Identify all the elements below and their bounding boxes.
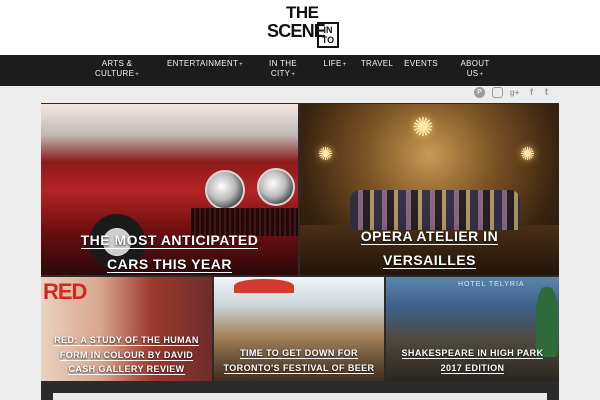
- hotel-sign-text: HOTEL TELYRIA: [458, 281, 525, 288]
- nav-label-life: LIFE: [323, 59, 342, 68]
- feature-tile-beer[interactable]: TIME TO GET DOWN FOR TORONTO'S FESTIVAL …: [214, 277, 384, 381]
- chandelier-image: ✺: [520, 144, 536, 164]
- nav-label-in-the: IN THE: [269, 59, 297, 68]
- logo-into-box: IN TO: [317, 22, 339, 48]
- twitter-icon[interactable]: t: [541, 87, 552, 98]
- feature-title-red-line1: RED: A STUDY OF THE HUMAN: [54, 335, 199, 346]
- nav-label-about: ABOUT: [460, 59, 490, 68]
- feature-title-beer-line1: TIME TO GET DOWN FOR: [240, 348, 358, 359]
- feature-tile-cars[interactable]: THE MOST ANTICIPATED CARS THIS YEAR: [41, 104, 298, 275]
- feature-title-opera-line1: OPERA ATELIER IN: [360, 228, 499, 245]
- dropdown-plus-icon: +: [239, 62, 243, 68]
- feature-title-red[interactable]: RED: A STUDY OF THE HUMAN FORM IN COLOUR…: [41, 334, 212, 376]
- feature-title-beer[interactable]: TIME TO GET DOWN FOR TORONTO'S FESTIVAL …: [214, 347, 384, 374]
- feature-title-beer-line2: TORONTO'S FESTIVAL OF BEER: [223, 362, 375, 374]
- dropdown-plus-icon: +: [135, 72, 140, 78]
- chandelier-image: ✺: [318, 144, 334, 164]
- nav-label-arts: ARTS &: [101, 59, 133, 68]
- dropdown-plus-icon: +: [291, 72, 296, 78]
- content-footer-strip: [53, 393, 547, 400]
- facebook-icon[interactable]: f: [526, 87, 537, 98]
- social-links: P g+ f t: [474, 87, 554, 99]
- googleplus-icon[interactable]: g+: [509, 87, 520, 98]
- umbrella-image: [234, 279, 294, 293]
- car-headlight-image: [205, 170, 245, 210]
- red-artwork-text: RED: [43, 279, 87, 304]
- feature-title-shakespeare-line2: 2017 EDITION: [440, 362, 505, 374]
- performers-image: [350, 190, 520, 230]
- site-logo[interactable]: THE SCENE IN TO: [263, 4, 343, 50]
- nav-item-in-the-city[interactable]: IN THE CITY+: [264, 59, 302, 80]
- feature-title-cars-line1: THE MOST ANTICIPATED: [80, 232, 259, 249]
- nav-label-us: US: [466, 69, 479, 78]
- dropdown-plus-icon: +: [479, 72, 484, 78]
- nav-item-about-us[interactable]: ABOUT US+: [458, 59, 492, 80]
- nav-label-city: CITY: [270, 69, 291, 78]
- nav-item-entertainment[interactable]: ENTERTAINMENT+: [166, 59, 244, 70]
- logo-line-the: THE: [286, 3, 319, 22]
- feature-title-shakespeare-line1: SHAKESPEARE IN HIGH PARK: [401, 348, 544, 359]
- feature-tile-red[interactable]: RED RED: A STUDY OF THE HUMAN FORM IN CO…: [41, 277, 212, 381]
- feature-title-shakespeare[interactable]: SHAKESPEARE IN HIGH PARK 2017 EDITION: [386, 347, 559, 374]
- feature-tile-shakespeare[interactable]: HOTEL TELYRIA SHAKESPEARE IN HIGH PARK 2…: [386, 277, 559, 381]
- dropdown-plus-icon: +: [342, 62, 347, 68]
- header: THE SCENE IN TO: [0, 0, 600, 55]
- feature-title-red-line3: CASH GALLERY REVIEW: [68, 364, 185, 376]
- main-nav: ARTS & CULTURE+ ENTERTAINMENT+ IN THE CI…: [0, 55, 600, 86]
- chandelier-image: ✺: [412, 112, 434, 142]
- car-headlight-image: [257, 168, 295, 206]
- nav-label-entertainment: ENTERTAINMENT: [167, 59, 239, 68]
- feature-title-cars[interactable]: THE MOST ANTICIPATED CARS THIS YEAR: [41, 231, 298, 274]
- feature-tile-opera[interactable]: ✺ ✺ ✺ OPERA ATELIER IN VERSAILLES: [300, 104, 559, 275]
- feature-title-opera[interactable]: OPERA ATELIER IN VERSAILLES: [300, 227, 559, 270]
- feature-title-red-line2: FORM IN COLOUR BY DAVID: [59, 349, 194, 361]
- nav-label-culture: CULTURE: [94, 69, 135, 78]
- feature-title-cars-line2: CARS THIS YEAR: [107, 255, 232, 273]
- pinterest-icon[interactable]: P: [474, 87, 485, 98]
- nav-item-events[interactable]: EVENTS: [403, 59, 439, 69]
- feature-title-opera-line2: VERSAILLES: [383, 251, 476, 269]
- instagram-icon[interactable]: [492, 87, 503, 98]
- nav-item-life[interactable]: LIFE+: [321, 59, 349, 70]
- nav-label-travel: TRAVEL: [360, 59, 394, 68]
- nav-item-travel[interactable]: TRAVEL: [359, 59, 395, 69]
- nav-label-events: EVENTS: [404, 59, 438, 68]
- nav-item-arts-culture[interactable]: ARTS & CULTURE+: [93, 59, 141, 80]
